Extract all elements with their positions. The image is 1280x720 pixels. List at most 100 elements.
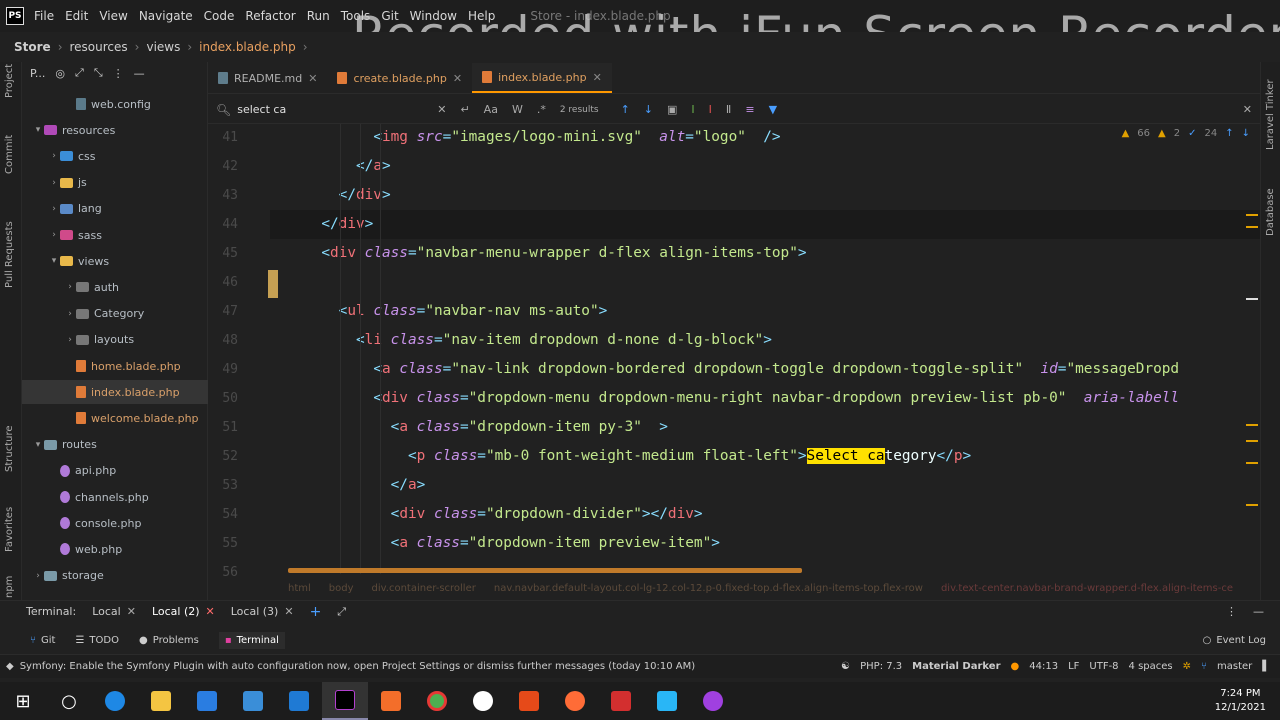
chevron-down-icon[interactable]: ▾ [32, 125, 44, 135]
line-number[interactable]: 48 [208, 326, 238, 355]
menu-refactor[interactable]: Refactor [245, 9, 295, 23]
tree-item[interactable]: › lang [22, 197, 208, 221]
tree-item[interactable]: ▾ routes [22, 433, 208, 457]
tree-item[interactable]: ▾ resources [22, 118, 208, 142]
breadcrumb-html[interactable]: html [288, 583, 311, 594]
breadcrumb-views[interactable]: views [146, 40, 180, 54]
line-number[interactable]: 46 [208, 268, 238, 297]
project-tool-button[interactable]: Project [4, 64, 15, 98]
whole-word-toggle[interactable]: W [512, 103, 523, 116]
menu-file[interactable]: File [34, 9, 54, 23]
taskbar-explorer[interactable] [138, 682, 184, 720]
chevron-down-icon[interactable]: ▾ [32, 440, 44, 450]
line-number[interactable]: 53 [208, 471, 238, 500]
line-number[interactable]: 41 [208, 123, 238, 152]
taskbar-app[interactable] [460, 682, 506, 720]
tree-item[interactable]: channels.php [22, 485, 208, 509]
terminal-tab-local[interactable]: Local ✕ [92, 605, 136, 618]
tree-item[interactable]: welcome.blade.php [22, 406, 208, 430]
breadcrumb-container[interactable]: div.container-scroller [372, 583, 476, 594]
tree-item[interactable]: home.blade.php [22, 354, 208, 378]
database-tool-button[interactable]: Database [1265, 188, 1276, 236]
tree-item[interactable]: ▾ views [22, 249, 208, 273]
close-icon[interactable]: ✕ [593, 71, 602, 84]
structure-tool-button[interactable]: Structure [4, 425, 15, 472]
chevron-right-icon[interactable]: › [64, 335, 76, 345]
tree-item[interactable]: api.php [22, 459, 208, 483]
tree-item[interactable]: › css [22, 144, 208, 168]
breadcrumb-file[interactable]: index.blade.php [199, 40, 296, 54]
menu-run[interactable]: Run [307, 9, 330, 23]
taskbar-phpstorm[interactable] [322, 682, 368, 720]
line-number[interactable]: 56 [208, 558, 238, 587]
filter-icon[interactable]: ▼ [769, 103, 777, 116]
chevron-right-icon[interactable]: › [48, 204, 60, 214]
breadcrumb-project[interactable]: Store [14, 40, 51, 54]
menu-code[interactable]: Code [204, 9, 235, 23]
breadcrumb-body[interactable]: body [329, 583, 354, 594]
code-line[interactable]: <div class="navbar-menu-wrapper d-flex a… [270, 239, 806, 268]
notification-icon[interactable]: ◆ [6, 661, 14, 672]
horizontal-scrollbar[interactable] [288, 568, 802, 573]
code-line[interactable]: <ul class="navbar-nav ms-auto"> [270, 297, 608, 326]
php-version[interactable]: PHP: 7.3 [860, 661, 902, 672]
code-line[interactable]: </a> [270, 471, 426, 500]
taskbar-messenger[interactable] [690, 682, 736, 720]
close-icon[interactable]: ✕ [308, 72, 317, 85]
tree-item[interactable]: web.php [22, 537, 208, 561]
tree-item[interactable]: › auth [22, 275, 208, 299]
taskbar-capture[interactable] [644, 682, 690, 720]
search-input[interactable] [237, 103, 438, 116]
chevron-right-icon[interactable]: › [64, 309, 76, 319]
git-branch[interactable]: master [1217, 661, 1252, 672]
tree-item[interactable]: › js [22, 171, 208, 195]
taskbar-recorder[interactable] [598, 682, 644, 720]
code-line[interactable]: </div> [270, 210, 1260, 239]
taskbar-xampp[interactable] [368, 682, 414, 720]
code-line[interactable]: <p class="mb-0 font-weight-medium float-… [270, 442, 971, 471]
line-number[interactable]: 42 [208, 152, 238, 181]
taskbar-store[interactable] [184, 682, 230, 720]
chevron-right-icon[interactable]: › [64, 282, 76, 292]
previous-highlight-icon[interactable]: ↑ [1225, 128, 1233, 139]
line-number[interactable]: 55 [208, 529, 238, 558]
git-tool-button[interactable]: ⑂ Git [30, 635, 55, 646]
expand-icon[interactable]: ⤢ [75, 66, 84, 80]
close-icon[interactable]: ✕ [206, 605, 215, 618]
menu-edit[interactable]: Edit [65, 9, 88, 23]
commit-tool-button[interactable]: Commit [4, 135, 15, 174]
change-marker[interactable] [268, 270, 278, 298]
close-icon[interactable]: ✕ [284, 605, 293, 618]
event-log-button[interactable]: ○ Event Log [1203, 635, 1266, 646]
next-highlight-icon[interactable]: ↓ [1242, 128, 1250, 139]
new-terminal-icon[interactable]: + [310, 604, 322, 620]
problems-tool-button[interactable]: ● Problems [139, 635, 199, 646]
close-find-icon[interactable]: ✕ [1243, 103, 1252, 116]
tab-index-blade[interactable]: index.blade.php ✕ [472, 63, 612, 93]
line-separator[interactable]: LF [1068, 661, 1079, 672]
taskbar-chrome[interactable] [414, 682, 460, 720]
breadcrumb-resources[interactable]: resources [70, 40, 128, 54]
tab-create-blade[interactable]: create.blade.php ✕ [327, 63, 472, 93]
search-button[interactable]: ○ [46, 682, 92, 720]
select-all-icon[interactable]: Ⅱ [726, 103, 731, 116]
tree-item[interactable]: › layouts [22, 328, 208, 352]
remove-selection-icon[interactable]: Ⅰ [709, 103, 712, 116]
code-line[interactable]: <div class="dropdown-menu dropdown-menu-… [270, 384, 1179, 413]
tree-item[interactable]: index.blade.php [22, 380, 208, 405]
taskbar-edge[interactable] [92, 682, 138, 720]
code-line[interactable]: <div class="dropdown-divider"></div> [270, 500, 703, 529]
inspection-widget[interactable]: ▲ 66 ▲ 2 ✓ 24 ↑ ↓ [1122, 128, 1250, 139]
code-line[interactable]: <a class="nav-link dropdown-bordered dro… [270, 355, 1179, 384]
line-number[interactable]: 44 [208, 210, 238, 239]
tree-item[interactable]: console.php [22, 511, 208, 535]
code-line[interactable]: <a class="dropdown-item py-3" > [270, 413, 668, 442]
terminal-tool-button[interactable]: ▪ Terminal [218, 631, 285, 649]
theme-name[interactable]: Material Darker [912, 661, 1000, 672]
taskbar-postman[interactable] [552, 682, 598, 720]
npm-tool-button[interactable]: npm [4, 576, 15, 598]
select-all-occurrences-icon[interactable]: ▣ [667, 103, 677, 116]
chevron-right-icon[interactable]: › [48, 230, 60, 240]
regex-toggle[interactable]: .* [537, 103, 546, 116]
hide-icon[interactable]: — [134, 67, 145, 80]
